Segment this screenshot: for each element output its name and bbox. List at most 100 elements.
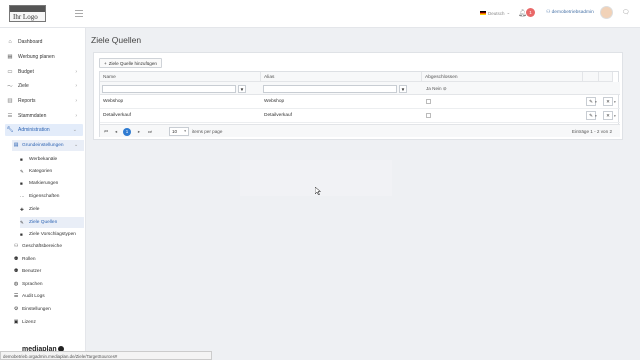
chevron-down-icon: ⌄ (506, 10, 511, 15)
sidebar-item-sprachen[interactable]: ◍ Sprachen (12, 279, 84, 290)
column-header-alias[interactable]: Alias (261, 72, 422, 82)
row-name: Detailverkauf (103, 113, 131, 118)
column-header-name[interactable]: Name (100, 72, 261, 82)
square-icon: ■ (20, 181, 23, 186)
sidebar-item-ziele-vorschlagstypen[interactable]: ■ Ziele Vorschlagstypen (20, 229, 84, 240)
prev-page-icon[interactable]: ◂ (112, 128, 120, 136)
table-row[interactable]: Webshop Webshop ✎ ✕ ▾ ▾ (100, 95, 620, 109)
alias-filter-input[interactable] (263, 85, 397, 93)
filter-icon[interactable]: ▼ (399, 85, 407, 93)
data-grid: Name Alias Abgeschlossen ▼ ▼ Ja Nein ⊘ W… (99, 71, 620, 137)
logo[interactable]: Ihr Logo (9, 5, 46, 22)
sidebar-item-werbekanaele[interactable]: ■ Werbekanäle (20, 154, 84, 165)
chat-icon[interactable]: 🗨︎ (622, 9, 630, 16)
page-size-select[interactable]: 10 ▾ (169, 127, 189, 136)
filter-row: ▼ ▼ Ja Nein ⊘ (100, 82, 620, 95)
sidebar-item-kategorien[interactable]: ✎ Kategorien (20, 166, 84, 177)
sidebar-item-ziele[interactable]: 〜 Ziele › (5, 80, 83, 92)
page-number[interactable]: 1 (123, 128, 131, 136)
sidebar-item-audit-logs[interactable]: ☰ Audit Logs (12, 291, 84, 302)
abgeschlossen-checkbox[interactable] (426, 113, 431, 118)
sidebar-item-budget[interactable]: ▭ Budget › (5, 66, 83, 78)
globe-icon: ◍ (13, 282, 19, 287)
caret-down-icon[interactable]: ▾ (614, 114, 616, 118)
filter-icon[interactable]: ▼ (238, 85, 246, 93)
sidebar: ⌂ Dashboard ▦ Werbung planen ▭ Budget › … (0, 28, 86, 360)
sidebar-item-administration[interactable]: 🔧︎ Administration ⌄ (5, 124, 83, 136)
menu-toggle-icon[interactable] (75, 10, 83, 17)
calendar-icon: ▦ (7, 54, 13, 60)
chevron-down-icon: ⌄ (72, 127, 77, 133)
chevron-down-icon: ▾ (184, 129, 186, 133)
sidebar-item-eigenschaften[interactable]: ⋯ Eigenschaften (20, 191, 84, 202)
chevron-right-icon: › (75, 83, 77, 89)
sidebar-item-benutzer[interactable]: ⚉ Benutzer (12, 266, 84, 277)
next-page-icon[interactable]: ▸ (135, 128, 143, 136)
caret-down-icon[interactable]: ▾ (595, 100, 597, 104)
sidebar-item-reports[interactable]: ▥ Reports › (5, 95, 83, 107)
delete-button[interactable]: ✕ (603, 111, 613, 120)
column-header-abgeschlossen[interactable]: Abgeschlossen (422, 72, 583, 82)
sidebar-item-ziele-sub[interactable]: ✚ Ziele (20, 204, 84, 215)
row-alias: Detailverkauf (264, 113, 292, 118)
german-flag-icon (480, 11, 486, 15)
sidebar-item-werbung[interactable]: ▦ Werbung planen (5, 51, 83, 63)
plus-icon: ✚ (20, 206, 24, 212)
delete-button[interactable]: ✕ (603, 97, 613, 106)
add-target-source-button[interactable]: + Ziele Quelle hinzufügen (99, 58, 162, 68)
sidebar-item-ziele-quellen[interactable]: ✎ Ziele Quellen (20, 217, 84, 228)
sidebar-item-stammdaten[interactable]: ☰ Stammdaten › (5, 110, 83, 122)
wrench-icon: 🔧︎ (6, 127, 14, 133)
sidebar-item-markierungen[interactable]: ■ Markierungen (20, 178, 84, 189)
caret-down-icon[interactable]: ▾ (614, 100, 616, 104)
caret-down-icon[interactable]: ▾ (595, 114, 597, 118)
user-icon: ⚉ (13, 269, 19, 274)
pager: ⏮︎ ◂ 1 ▸ ⏭︎ 10 ▾ items per page Einträge… (100, 124, 620, 137)
entries-count: Einträge 1 - 2 von 2 (571, 129, 612, 134)
pencil-icon: ✎ (20, 168, 24, 174)
settings-icon: ▤ (13, 143, 19, 148)
column-header-edit (583, 72, 599, 82)
sidebar-item-geschaeftsbereiche[interactable]: ⚇ Geschäftsbereiche (12, 241, 84, 252)
items-per-page-label: items per page (192, 129, 223, 134)
abgeschlossen-checkbox[interactable] (426, 99, 431, 104)
plus-icon: + (104, 60, 107, 66)
target-icon: 〜 (7, 84, 13, 90)
top-header: Ihr Logo Deutsch ⌄ 🔔︎ 1 ⚇ demobetriebsad… (0, 0, 640, 28)
content-panel: + Ziele Quelle hinzufügen Name Alias Abg… (93, 52, 623, 140)
users-icon: ⚉ (13, 257, 19, 262)
logo-text: Ihr Logo (13, 13, 38, 21)
avatar[interactable] (600, 6, 613, 19)
abgeschlossen-filter-radio[interactable]: Ja Nein ⊘ (426, 86, 447, 92)
clear-filter-icon[interactable]: ⊘ (443, 86, 447, 91)
name-filter-input[interactable] (102, 85, 236, 93)
language-label: Deutsch (488, 10, 505, 16)
first-page-icon[interactable]: ⏮︎ (102, 128, 110, 136)
sidebar-item-rollen[interactable]: ⚉ Rollen (12, 254, 84, 265)
row-name: Webshop (103, 99, 124, 104)
mouse-cursor-icon (315, 187, 321, 195)
chevron-right-icon: › (75, 69, 77, 75)
row-alias: Webshop (264, 99, 285, 104)
status-url: demobetrieb.orgadmin.mediaplan.de/Ziele/… (0, 351, 212, 360)
key-icon: ▣ (13, 320, 19, 325)
page-title: Ziele Quellen (91, 35, 142, 45)
dots-icon: ⋯ (20, 193, 25, 199)
notification-badge[interactable]: 1 (526, 8, 535, 17)
chevron-right-icon: › (75, 113, 77, 119)
square-icon: ■ (20, 232, 23, 237)
user-name[interactable]: ⚇ demobetriebsadmin (546, 10, 594, 15)
language-selector[interactable]: Deutsch ⌄ (480, 10, 510, 16)
last-page-icon[interactable]: ⏭︎ (146, 128, 154, 136)
chevron-right-icon: › (75, 98, 77, 104)
square-icon: ■ (20, 157, 23, 162)
database-icon: ☰ (7, 113, 13, 119)
sidebar-item-grundeinstellungen[interactable]: ▤ Grundeinstellungen ⌄ (12, 140, 84, 151)
gear-icon: ⚙ (13, 307, 19, 312)
chart-icon: ▥ (7, 98, 13, 104)
sidebar-item-lizenz[interactable]: ▣ Lizenz (12, 317, 84, 328)
sidebar-item-einstellungen[interactable]: ⚙ Einstellungen (12, 304, 84, 315)
money-icon: ▭ (7, 69, 13, 75)
table-row[interactable]: Detailverkauf Detailverkauf ✎ ✕ ▾ ▾ (100, 109, 620, 123)
sidebar-item-dashboard[interactable]: ⌂ Dashboard (5, 36, 83, 48)
